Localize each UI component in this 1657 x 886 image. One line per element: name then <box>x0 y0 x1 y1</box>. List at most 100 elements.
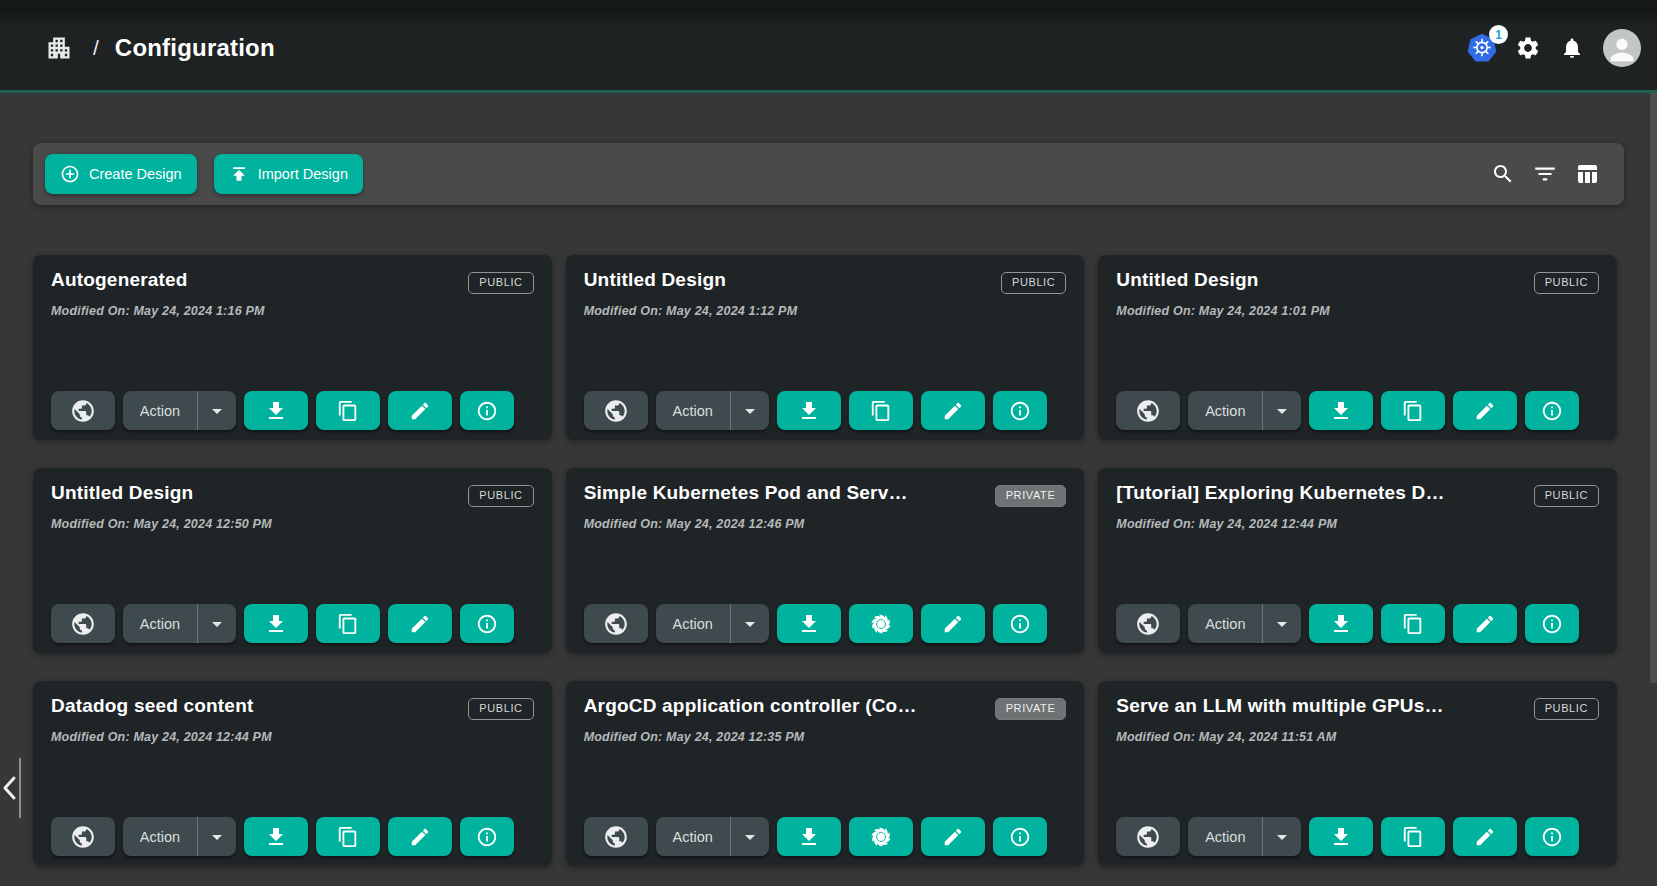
visibility-badge: PRIVATE <box>995 485 1067 507</box>
action-dropdown-toggle[interactable] <box>1263 825 1301 849</box>
visibility-globe-button[interactable] <box>1116 391 1180 430</box>
action-split-button[interactable]: Action <box>656 817 769 856</box>
action-dropdown-toggle[interactable] <box>198 399 236 423</box>
organization-building-icon[interactable] <box>45 34 73 62</box>
copy-icon <box>337 826 359 848</box>
page-scrollbar[interactable] <box>1650 93 1657 683</box>
action-split-button[interactable]: Action <box>123 604 236 643</box>
search-icon[interactable] <box>1490 161 1516 187</box>
visibility-globe-button[interactable] <box>1116 817 1180 856</box>
design-title: Autogenerated <box>51 269 448 291</box>
visibility-badge: PUBLIC <box>1534 272 1599 294</box>
info-button[interactable] <box>993 391 1047 430</box>
edit-button[interactable] <box>388 604 452 643</box>
copy-icon <box>870 400 892 422</box>
download-button[interactable] <box>244 817 308 856</box>
info-button[interactable] <box>1525 604 1579 643</box>
clone-button[interactable] <box>1381 817 1445 856</box>
settings-gear-icon[interactable] <box>1515 35 1541 61</box>
action-split-button[interactable]: Action <box>123 391 236 430</box>
action-dropdown-toggle[interactable] <box>1263 612 1301 636</box>
info-button[interactable] <box>1525 817 1579 856</box>
visibility-globe-button[interactable] <box>51 817 115 856</box>
info-button[interactable] <box>460 817 514 856</box>
action-split-button[interactable]: Action <box>1188 817 1301 856</box>
chevron-down-icon <box>1270 612 1294 636</box>
info-button[interactable] <box>460 391 514 430</box>
notifications-bell-icon[interactable] <box>1559 35 1585 61</box>
visibility-globe-button[interactable] <box>584 604 648 643</box>
clone-button[interactable] <box>316 391 380 430</box>
designs-toolbar: Create Design Import Design <box>33 143 1624 205</box>
visibility-globe-button[interactable] <box>1116 604 1180 643</box>
edit-button[interactable] <box>1453 817 1517 856</box>
action-dropdown-toggle[interactable] <box>731 399 769 423</box>
design-kanvas-button[interactable] <box>849 817 913 856</box>
action-dropdown-toggle[interactable] <box>1263 399 1301 423</box>
edit-button[interactable] <box>921 817 985 856</box>
import-design-button[interactable]: Import Design <box>214 154 363 194</box>
clone-button[interactable] <box>1381 604 1445 643</box>
design-kanvas-button[interactable] <box>849 604 913 643</box>
sidebar-collapse-handle[interactable] <box>0 758 22 818</box>
download-icon <box>264 612 288 636</box>
add-circle-icon <box>60 164 80 184</box>
clone-button[interactable] <box>316 817 380 856</box>
action-button-label: Action <box>656 829 730 845</box>
user-avatar[interactable] <box>1603 29 1641 67</box>
design-card: ArgoCD application controller (Co… Modif… <box>566 681 1085 866</box>
visibility-globe-button[interactable] <box>51 391 115 430</box>
action-dropdown-toggle[interactable] <box>198 825 236 849</box>
visibility-badge: PUBLIC <box>1534 698 1599 720</box>
clone-button[interactable] <box>849 391 913 430</box>
design-title: Untitled Design <box>51 482 448 504</box>
edit-button[interactable] <box>388 391 452 430</box>
table-view-icon[interactable] <box>1574 161 1600 187</box>
info-button[interactable] <box>993 604 1047 643</box>
design-title: Datadog seed content <box>51 695 448 717</box>
action-split-button[interactable]: Action <box>1188 391 1301 430</box>
design-card: Untitled Design Modified On: May 24, 202… <box>1098 255 1617 440</box>
filter-icon[interactable] <box>1532 161 1558 187</box>
info-button[interactable] <box>460 604 514 643</box>
design-card: Autogenerated Modified On: May 24, 2024 … <box>33 255 552 440</box>
edit-pencil-icon <box>409 613 431 635</box>
edit-button[interactable] <box>1453 391 1517 430</box>
kubernetes-context-button[interactable]: 1 <box>1467 33 1497 63</box>
visibility-globe-button[interactable] <box>584 817 648 856</box>
edit-button[interactable] <box>921 391 985 430</box>
edit-button[interactable] <box>388 817 452 856</box>
action-split-button[interactable]: Action <box>656 391 769 430</box>
action-split-button[interactable]: Action <box>656 604 769 643</box>
visibility-globe-button[interactable] <box>584 391 648 430</box>
visibility-globe-button[interactable] <box>51 604 115 643</box>
download-button[interactable] <box>1309 604 1373 643</box>
globe-icon <box>70 824 96 850</box>
download-button[interactable] <box>1309 391 1373 430</box>
download-button[interactable] <box>1309 817 1373 856</box>
download-button[interactable] <box>244 391 308 430</box>
download-button[interactable] <box>777 604 841 643</box>
edit-pencil-icon <box>409 400 431 422</box>
globe-icon <box>603 611 629 637</box>
design-modified-on: Modified On: May 24, 2024 12:50 PM <box>51 517 534 531</box>
clone-button[interactable] <box>1381 391 1445 430</box>
download-button[interactable] <box>244 604 308 643</box>
info-icon <box>1009 400 1031 422</box>
edit-button[interactable] <box>921 604 985 643</box>
action-split-button[interactable]: Action <box>1188 604 1301 643</box>
download-icon <box>797 399 821 423</box>
info-button[interactable] <box>1525 391 1579 430</box>
action-button-label: Action <box>1188 616 1262 632</box>
edit-button[interactable] <box>1453 604 1517 643</box>
action-split-button[interactable]: Action <box>123 817 236 856</box>
action-dropdown-toggle[interactable] <box>198 612 236 636</box>
download-button[interactable] <box>777 817 841 856</box>
create-design-button[interactable]: Create Design <box>45 154 197 194</box>
clone-button[interactable] <box>316 604 380 643</box>
action-dropdown-toggle[interactable] <box>731 825 769 849</box>
download-button[interactable] <box>777 391 841 430</box>
card-actions: Action <box>584 817 1047 856</box>
action-dropdown-toggle[interactable] <box>731 612 769 636</box>
info-button[interactable] <box>993 817 1047 856</box>
